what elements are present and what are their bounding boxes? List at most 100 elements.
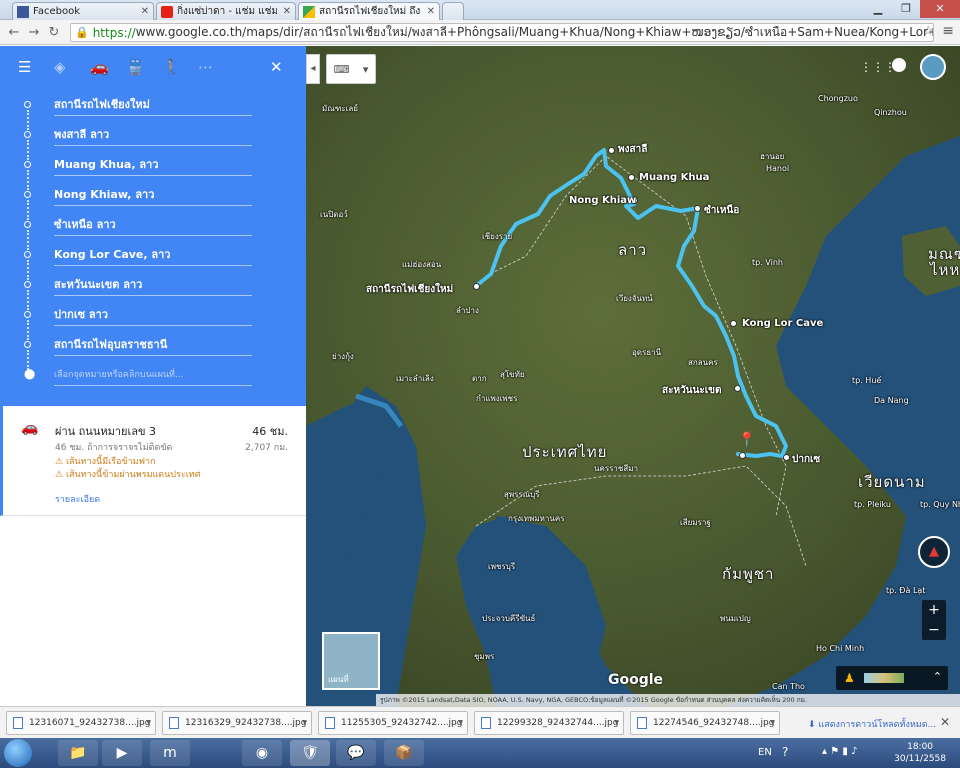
- map-label: ลำปาง: [456, 306, 479, 315]
- waypoint-connector: [27, 200, 29, 220]
- close-tab-icon[interactable]: ✕: [137, 6, 149, 17]
- map-canvas[interactable]: 📍 สถานีรถไฟเชียงใหม่ พงสาลี Muang Khua N…: [306, 46, 960, 706]
- menu-icon[interactable]: ☰: [18, 58, 31, 76]
- car-icon[interactable]: 🚗: [90, 58, 109, 76]
- tab-youtube[interactable]: กิ่งแซ่บ่าดา - แช่ม แช่มรัต... ✕: [156, 2, 296, 20]
- maximize-icon[interactable]: ❐: [892, 0, 920, 18]
- explorer-icon[interactable]: 📁: [58, 740, 98, 766]
- file-icon: [481, 717, 491, 729]
- waypoint-marker[interactable]: [628, 174, 635, 181]
- best-route-icon[interactable]: ◈: [54, 58, 66, 76]
- minimize-icon[interactable]: ▁: [864, 0, 892, 18]
- waypoint-dot: [24, 341, 31, 348]
- show-all-downloads-link[interactable]: ⬇ แสดงการดาวน์โหลดทั้งหมด...: [808, 717, 936, 731]
- chevron-down-icon[interactable]: ▾: [458, 712, 463, 734]
- waypoint-2[interactable]: พงสาลี ลาว: [54, 122, 252, 146]
- compass-icon[interactable]: ▲: [918, 536, 950, 568]
- map-type-toggle[interactable]: แผนที่: [322, 632, 380, 690]
- apps-grid-icon[interactable]: ⋮⋮⋮: [860, 60, 896, 74]
- tray-icons[interactable]: ▴ ⚑ ▮ ♪: [822, 746, 857, 757]
- layer-thumbnails[interactable]: [864, 673, 904, 683]
- star-icon[interactable]: ☆: [922, 24, 934, 39]
- destination-pin-icon[interactable]: 📍: [738, 432, 755, 448]
- waypoint-4[interactable]: Nong Khiaw, ลาว: [54, 182, 252, 206]
- map-label: ตาก: [472, 374, 487, 383]
- transit-icon[interactable]: 🚆: [126, 58, 145, 76]
- taskbar: 📁 ▶ m ◉ 🛡 💬 📦 EN ? ▴ ⚑ ▮ ♪ 18:00 30/11/2…: [0, 738, 960, 768]
- media-player-icon[interactable]: ▶: [102, 740, 142, 766]
- chevron-down-icon[interactable]: ▾: [146, 712, 151, 734]
- zoom-controls: + −: [922, 600, 946, 640]
- waypoint-marker[interactable]: [608, 147, 615, 154]
- waypoint-9[interactable]: สถานีรถไฟอุบลราชธานี: [54, 332, 252, 356]
- waypoint-marker[interactable]: [694, 205, 701, 212]
- close-downloads-icon[interactable]: ✕: [940, 715, 950, 729]
- security-icon[interactable]: 🛡: [290, 740, 330, 766]
- waypoint-marker[interactable]: [783, 454, 790, 461]
- chrome-menu-icon[interactable]: ≡: [942, 23, 954, 39]
- app-icon[interactable]: 📦: [384, 740, 424, 766]
- file-icon: [169, 717, 179, 729]
- reload-icon[interactable]: ↻: [44, 25, 64, 40]
- download-item[interactable]: 12299328_92432744....jpg ▾: [474, 711, 624, 735]
- waypoint-1[interactable]: สถานีรถไฟเชียงใหม่: [54, 92, 252, 116]
- waypoint-connector: [27, 230, 29, 250]
- collapse-panel-button[interactable]: ◂: [306, 54, 320, 84]
- ferry-warning: ⚠ เส้นทางนี้มีเรือข้ามฟาก: [55, 457, 156, 467]
- waypoint-5[interactable]: ซำเหนือ ลาว: [54, 212, 252, 236]
- pegman-icon[interactable]: ♟: [844, 671, 855, 685]
- waypoint-marker[interactable]: [473, 283, 480, 290]
- close-tab-icon[interactable]: ✕: [423, 6, 435, 17]
- tab-facebook[interactable]: Facebook ✕: [12, 2, 154, 20]
- close-directions-icon[interactable]: ✕: [270, 58, 283, 76]
- map-label: พนมเปญ: [720, 614, 751, 623]
- notifications-icon[interactable]: [892, 58, 906, 72]
- chrome-icon[interactable]: ◉: [242, 740, 282, 766]
- zoom-out-button[interactable]: −: [922, 620, 946, 640]
- address-bar[interactable]: 🔒 https:// www.google.co.th/maps/dir/สถา…: [70, 23, 934, 42]
- google-maps-icon: [303, 5, 315, 18]
- download-item[interactable]: 11255305_92432742....jpg ▾: [318, 711, 468, 735]
- map-label: Ho Chi Minh: [816, 644, 865, 653]
- more-icon[interactable]: ⋯: [198, 58, 213, 76]
- map-label: ฮานอย: [760, 152, 785, 161]
- map-label: ปากเซ: [792, 454, 821, 465]
- clock[interactable]: 18:00 30/11/2558: [894, 741, 946, 765]
- forward-icon[interactable]: →: [24, 25, 44, 40]
- line-icon[interactable]: 💬: [336, 740, 376, 766]
- walk-icon[interactable]: 🚶: [162, 58, 181, 76]
- new-tab-button[interactable]: [442, 2, 464, 20]
- waypoint-marker[interactable]: [739, 452, 746, 459]
- download-item[interactable]: 12274546_92432748....jpg ▾: [630, 711, 780, 735]
- add-destination-input[interactable]: เลือกจุดหมายหรือคลิกบนแผนที่...: [54, 362, 252, 386]
- input-tools-button[interactable]: ⌨ ▾: [326, 54, 376, 84]
- layers-bar[interactable]: ♟ ⌃: [836, 666, 948, 690]
- chevron-down-icon[interactable]: ▾: [614, 712, 619, 734]
- start-button[interactable]: [4, 739, 32, 767]
- destination-pin-icon: ⬤: [24, 369, 36, 380]
- waypoint-marker[interactable]: [730, 320, 737, 327]
- waypoint-marker[interactable]: [734, 385, 741, 392]
- close-tab-icon[interactable]: ✕: [279, 6, 291, 17]
- waypoint-3[interactable]: Muang Khua, ลาว: [54, 152, 252, 176]
- language-indicator[interactable]: EN: [758, 747, 772, 758]
- chevron-up-icon[interactable]: ⌃: [933, 670, 942, 683]
- back-icon[interactable]: ←: [4, 25, 24, 40]
- download-item[interactable]: 12316071_92432738....jpg ▾: [6, 711, 156, 735]
- waypoint-7[interactable]: สะหวันนะเขต ลาว: [54, 272, 252, 296]
- keyboard-icon: ⌨: [333, 62, 350, 76]
- download-item[interactable]: 12316329_92432738....jpg ▾: [162, 711, 312, 735]
- waypoint-8[interactable]: ปากเซ ลาว: [54, 302, 252, 326]
- help-icon[interactable]: ?: [782, 745, 788, 759]
- chevron-down-icon[interactable]: ▾: [770, 712, 775, 734]
- details-link[interactable]: รายละเอียด: [55, 492, 100, 506]
- route-option[interactable]: 🚗 ผ่าน ถนนหมายเลข 3 46 ชม. 46 ชม. ถ้าการ…: [0, 406, 306, 516]
- close-window-icon[interactable]: ✕: [920, 0, 960, 18]
- maxthon-icon[interactable]: m: [150, 740, 190, 766]
- tab-strip: Facebook ✕ กิ่งแซ่บ่าดา - แช่ม แช่มรัต..…: [0, 0, 960, 20]
- zoom-in-button[interactable]: +: [922, 600, 946, 620]
- tab-google-maps[interactable]: สถานีรถไฟเชียงใหม่ ถึง สถานี... ✕: [298, 2, 440, 20]
- chevron-down-icon[interactable]: ▾: [302, 712, 307, 734]
- avatar[interactable]: [920, 54, 946, 80]
- waypoint-6[interactable]: Kong Lor Cave, ลาว: [54, 242, 252, 266]
